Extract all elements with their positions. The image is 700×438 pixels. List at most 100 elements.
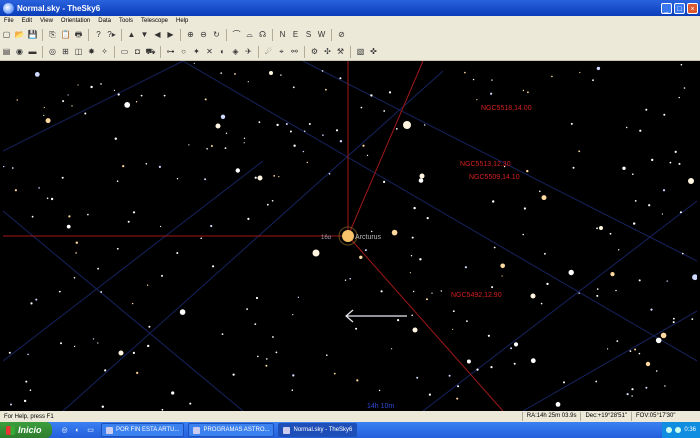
bright-star xyxy=(269,71,273,75)
maximize-button[interactable]: □ xyxy=(674,2,685,14)
tray-volume-icon[interactable] xyxy=(675,427,682,433)
star xyxy=(666,280,668,282)
car-icon[interactable]: ⛟ xyxy=(145,46,156,57)
arcturus-star[interactable] xyxy=(342,230,354,242)
menu-tools[interactable]: Tools xyxy=(115,18,137,24)
menu-help[interactable]: Help xyxy=(172,18,192,24)
north-icon[interactable]: N xyxy=(277,29,288,40)
star xyxy=(645,361,651,367)
taskbar: Inicio ◎ ◐ ▭ POR FIN ESTA ARTU... PROGRA… xyxy=(0,422,700,438)
filter-icon[interactable]: ◈ xyxy=(230,46,241,57)
folder-icon[interactable]: ▭ xyxy=(119,46,130,57)
camera-icon[interactable]: ◘ xyxy=(132,46,143,57)
print-icon[interactable]: 🖶 xyxy=(73,29,84,40)
star xyxy=(38,187,40,189)
link-icon[interactable]: ⚯ xyxy=(289,46,300,57)
star xyxy=(645,108,648,111)
tray-network-icon[interactable] xyxy=(666,427,673,433)
constellation-icon[interactable]: ✧ xyxy=(99,46,110,57)
help-icon[interactable]: ? xyxy=(93,29,104,40)
desktop-icon[interactable]: ▭ xyxy=(86,426,95,435)
close-button[interactable]: × xyxy=(687,2,698,14)
planet-icon[interactable]: ◎ xyxy=(47,46,58,57)
star xyxy=(60,342,62,345)
start-button[interactable]: Inicio xyxy=(0,422,52,438)
ngc5518-label[interactable]: NGC5518,14.00 xyxy=(481,105,532,112)
telescope-icon[interactable]: ⌒ xyxy=(231,29,242,40)
star xyxy=(135,101,138,103)
robot-icon[interactable]: ⚙ xyxy=(309,46,320,57)
east-icon[interactable]: E xyxy=(290,29,301,40)
sky-chart[interactable]: Arcturus 16α NGC5518,14.00 NGC5513,12.30… xyxy=(3,61,697,411)
eye-icon[interactable]: ◉ xyxy=(14,46,25,57)
scope-icon[interactable]: ✕ xyxy=(204,46,215,57)
star xyxy=(440,290,442,292)
rotate-icon[interactable]: ↻ xyxy=(211,29,222,40)
grid-icon[interactable]: ⊞ xyxy=(60,46,71,57)
landscape-icon[interactable]: ▬ xyxy=(27,46,38,57)
horizon-icon[interactable]: ⌓ xyxy=(244,29,255,40)
menu-data[interactable]: Data xyxy=(94,18,115,24)
tour-icon[interactable]: ✈ xyxy=(243,46,254,57)
star xyxy=(335,129,339,132)
mount-icon[interactable]: ☊ xyxy=(257,29,268,40)
star xyxy=(378,389,381,392)
ngc5492-label[interactable]: NGC5492,12.90 xyxy=(451,292,502,299)
star xyxy=(476,99,478,101)
field-icon[interactable]: ▧ xyxy=(355,46,366,57)
star xyxy=(618,249,620,251)
zoom-out-icon[interactable]: ⊖ xyxy=(198,29,209,40)
book-icon[interactable]: ▤ xyxy=(1,46,12,57)
star xyxy=(61,176,64,179)
task-button-thesky[interactable]: Normal.sky - TheSky6 xyxy=(278,423,358,437)
open-icon[interactable]: 📂 xyxy=(14,29,25,40)
star-icon[interactable]: ✦ xyxy=(191,46,202,57)
left-arrow-icon[interactable]: ◀ xyxy=(152,29,163,40)
minimize-button[interactable]: _ xyxy=(661,2,672,14)
satellite-icon[interactable]: ✣ xyxy=(322,46,333,57)
menu-file[interactable]: File xyxy=(0,18,18,24)
circle-icon[interactable]: ○ xyxy=(178,46,189,57)
ngc5513-label[interactable]: NGC5513,12.30 xyxy=(460,161,511,168)
west-icon[interactable]: W xyxy=(316,29,327,40)
paste-icon[interactable]: 📋 xyxy=(60,29,71,40)
crosshair-icon[interactable]: ✜ xyxy=(368,46,379,57)
comet-icon[interactable]: ☄ xyxy=(263,46,274,57)
browser-icon[interactable]: ◎ xyxy=(60,426,69,435)
lens-icon[interactable]: ◐ xyxy=(217,46,228,57)
menu-orientation[interactable]: Orientation xyxy=(57,18,94,24)
settings-icon[interactable]: ⚒ xyxy=(335,46,346,57)
star xyxy=(457,385,460,388)
ngc5509-label[interactable]: NGC5509,14.10 xyxy=(469,174,520,181)
south-icon[interactable]: S xyxy=(303,29,314,40)
new-icon[interactable]: ▢ xyxy=(1,29,12,40)
deep-sky-icon[interactable]: ✸ xyxy=(86,46,97,57)
menu-edit[interactable]: Edit xyxy=(18,18,36,24)
zoom-in-icon[interactable]: ⊕ xyxy=(185,29,196,40)
copy-icon[interactable]: ⎘ xyxy=(47,29,58,40)
quick-launch: ◎ ◐ ▭ xyxy=(58,426,97,435)
save-icon[interactable]: 💾 xyxy=(27,29,38,40)
media-icon[interactable]: ◐ xyxy=(73,426,82,435)
menu-view[interactable]: View xyxy=(36,18,57,24)
down-arrow-icon[interactable]: ▼ xyxy=(139,29,150,40)
app-icon[interactable] xyxy=(3,2,14,14)
clock: 0:36 xyxy=(684,427,696,433)
star xyxy=(355,327,358,330)
star xyxy=(674,150,677,153)
star xyxy=(664,385,666,387)
up-arrow-icon[interactable]: ▲ xyxy=(126,29,137,40)
task-button-folder[interactable]: PROGRAMAS ASTRO... xyxy=(188,423,275,437)
right-arrow-icon[interactable]: ▶ xyxy=(165,29,176,40)
binoculars-icon[interactable]: ⊶ xyxy=(165,46,176,57)
context-help-icon[interactable]: ?▸ xyxy=(106,29,117,40)
find-icon[interactable]: ⊘ xyxy=(336,29,347,40)
star xyxy=(651,158,654,162)
sky-canvas[interactable]: Arcturus 16α NGC5518,14.00 NGC5513,12.30… xyxy=(3,61,697,411)
chart-icon[interactable]: ◫ xyxy=(73,46,84,57)
mouse-icon[interactable]: ⌖ xyxy=(276,46,287,57)
menu-telescope[interactable]: Telescope xyxy=(137,18,172,24)
star xyxy=(117,93,120,96)
task-button-firefox[interactable]: POR FIN ESTA ARTU... xyxy=(101,423,185,437)
star xyxy=(35,298,38,301)
